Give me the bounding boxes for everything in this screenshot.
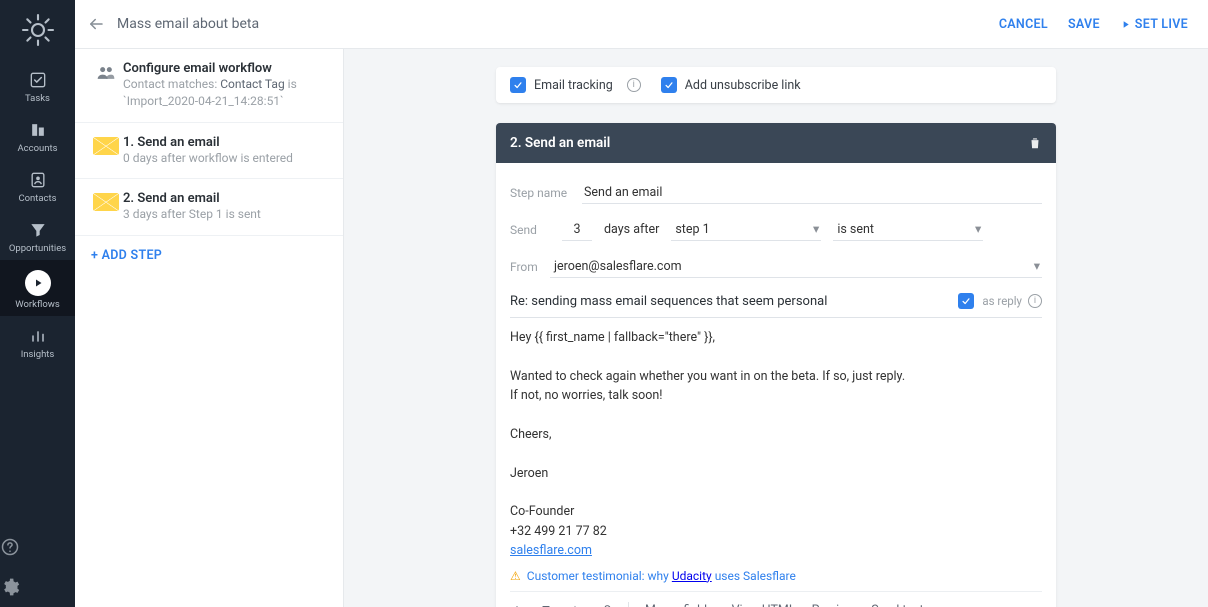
nav-accounts[interactable]: Accounts: [0, 110, 75, 160]
warning-icon: ⚠: [510, 569, 521, 583]
cancel-button[interactable]: CANCEL: [999, 17, 1048, 32]
set-live-label: SET LIVE: [1135, 17, 1188, 32]
signature-link[interactable]: salesflare.com: [510, 543, 592, 558]
app-logo: [20, 12, 56, 48]
preview-button[interactable]: Preview: [812, 603, 856, 607]
nav-label: Accounts: [17, 143, 57, 154]
send-test-button[interactable]: Send test: [871, 603, 923, 607]
as-reply-label: as reply: [982, 294, 1022, 308]
nav-contacts[interactable]: Contacts: [0, 160, 75, 210]
from-row: From jeroen@salesflare.com▾: [510, 248, 1042, 285]
page-title: Mass email about beta: [117, 16, 259, 32]
info-icon[interactable]: i: [627, 78, 641, 92]
editor-toolbar: Merge field ▾ View HTML Preview Send tes…: [510, 591, 1042, 607]
save-button[interactable]: SAVE: [1068, 17, 1100, 32]
topbar: Mass email about beta CANCEL SAVE SET LI…: [75, 0, 1208, 49]
delete-step-button[interactable]: [1028, 135, 1042, 151]
card-body: Step name Send days after step 1▾ is sen…: [496, 163, 1056, 607]
card-title: 2. Send an email: [510, 135, 610, 151]
step-name-row: Step name: [510, 175, 1042, 211]
send-label: Send: [510, 223, 550, 237]
accounts-icon: [28, 120, 48, 140]
after-step-select[interactable]: step 1▾: [671, 218, 821, 241]
condition-select[interactable]: is sent▾: [833, 218, 983, 241]
card-header: 2. Send an email: [496, 123, 1056, 163]
step-2-title: 2. Send an email: [123, 191, 329, 206]
from-select[interactable]: jeroen@salesflare.com▾: [550, 255, 1042, 278]
envelope-icon: [89, 135, 123, 167]
people-icon: [89, 61, 123, 110]
contacts-icon: [28, 170, 48, 190]
nav-label: Contacts: [18, 193, 56, 204]
funnel-icon: [28, 220, 48, 240]
delay-unit: days after: [604, 222, 659, 237]
link-button[interactable]: [598, 604, 612, 607]
unsubscribe-checkbox[interactable]: [661, 77, 677, 93]
nav-label: Tasks: [25, 93, 50, 104]
subject-row: Re: sending mass email sequences that se…: [510, 285, 1042, 318]
unsubscribe-label: Add unsubscribe link: [685, 78, 801, 93]
envelope-icon: [89, 191, 123, 223]
as-reply-checkbox[interactable]: [958, 293, 974, 309]
configure-tag-value: `Import_2020-04-21_14:28:51`: [123, 93, 329, 110]
set-live-button[interactable]: SET LIVE: [1120, 17, 1188, 32]
delay-input[interactable]: [562, 219, 592, 241]
view-html-button[interactable]: View HTML: [732, 603, 796, 607]
step-1[interactable]: 1. Send an email 0 days after workflow i…: [75, 123, 343, 180]
merge-field-button[interactable]: Merge field ▾: [645, 603, 716, 607]
text-color-button[interactable]: [510, 604, 524, 607]
email-tracking-checkbox[interactable]: [510, 77, 526, 93]
step-1-title: 1. Send an email: [123, 135, 329, 150]
step-name-label: Step name: [510, 186, 582, 200]
back-button[interactable]: [87, 15, 105, 33]
configure-step[interactable]: Configure email workflow Contact matches…: [75, 49, 343, 123]
steps-panel: Configure email workflow Contact matches…: [75, 49, 344, 607]
nav-tasks[interactable]: Tasks: [0, 60, 75, 110]
nav-opportunities[interactable]: Opportunities: [0, 210, 75, 260]
nav-label: Opportunities: [9, 243, 66, 254]
testimonial-line: ⚠ Customer testimonial: why Udacity uses…: [510, 565, 1042, 591]
nav-label: Insights: [21, 349, 55, 360]
editor-area: Email tracking i Add unsubscribe link 2.…: [344, 49, 1208, 607]
bookmark-button[interactable]: [540, 604, 552, 607]
configure-sub: Contact matches: Contact Tag is: [123, 76, 329, 93]
nav-workflows[interactable]: Workflows: [0, 260, 75, 316]
left-nav-rail: Tasks Accounts Contacts Opportunities Wo…: [0, 0, 75, 607]
tasks-icon: [28, 70, 48, 90]
main-area: Mass email about beta CANCEL SAVE SET LI…: [75, 0, 1208, 607]
nav-help[interactable]: [0, 527, 75, 567]
step-name-input[interactable]: [582, 182, 1042, 204]
add-step-left[interactable]: ADD STEP: [75, 236, 343, 275]
nav-insights[interactable]: Insights: [0, 316, 75, 366]
email-step-card: 2. Send an email Step name Send days af: [496, 123, 1056, 607]
attach-button[interactable]: [568, 604, 582, 607]
previous-step-tracking-card: Email tracking i Add unsubscribe link: [496, 67, 1056, 103]
testimonial-link[interactable]: Udacity: [672, 569, 712, 583]
info-icon[interactable]: i: [1028, 294, 1042, 308]
email-tracking-label: Email tracking: [534, 78, 613, 93]
send-row: Send days after step 1▾ is sent▾: [510, 211, 1042, 248]
play-icon: [25, 270, 51, 296]
step-2[interactable]: 2. Send an email 3 days after Step 1 is …: [75, 179, 343, 236]
from-label: From: [510, 260, 550, 274]
nav-settings[interactable]: [0, 567, 75, 607]
email-body[interactable]: Hey {{ first_name | fallback="there" }},…: [510, 318, 1042, 565]
step-1-sub: 0 days after workflow is entered: [123, 150, 329, 167]
configure-title: Configure email workflow: [123, 61, 329, 76]
nav-label: Workflows: [15, 299, 60, 310]
step-2-sub: 3 days after Step 1 is sent: [123, 206, 329, 223]
content: Configure email workflow Contact matches…: [75, 49, 1208, 607]
insights-icon: [28, 326, 48, 346]
subject-input[interactable]: Re: sending mass email sequences that se…: [510, 294, 958, 309]
